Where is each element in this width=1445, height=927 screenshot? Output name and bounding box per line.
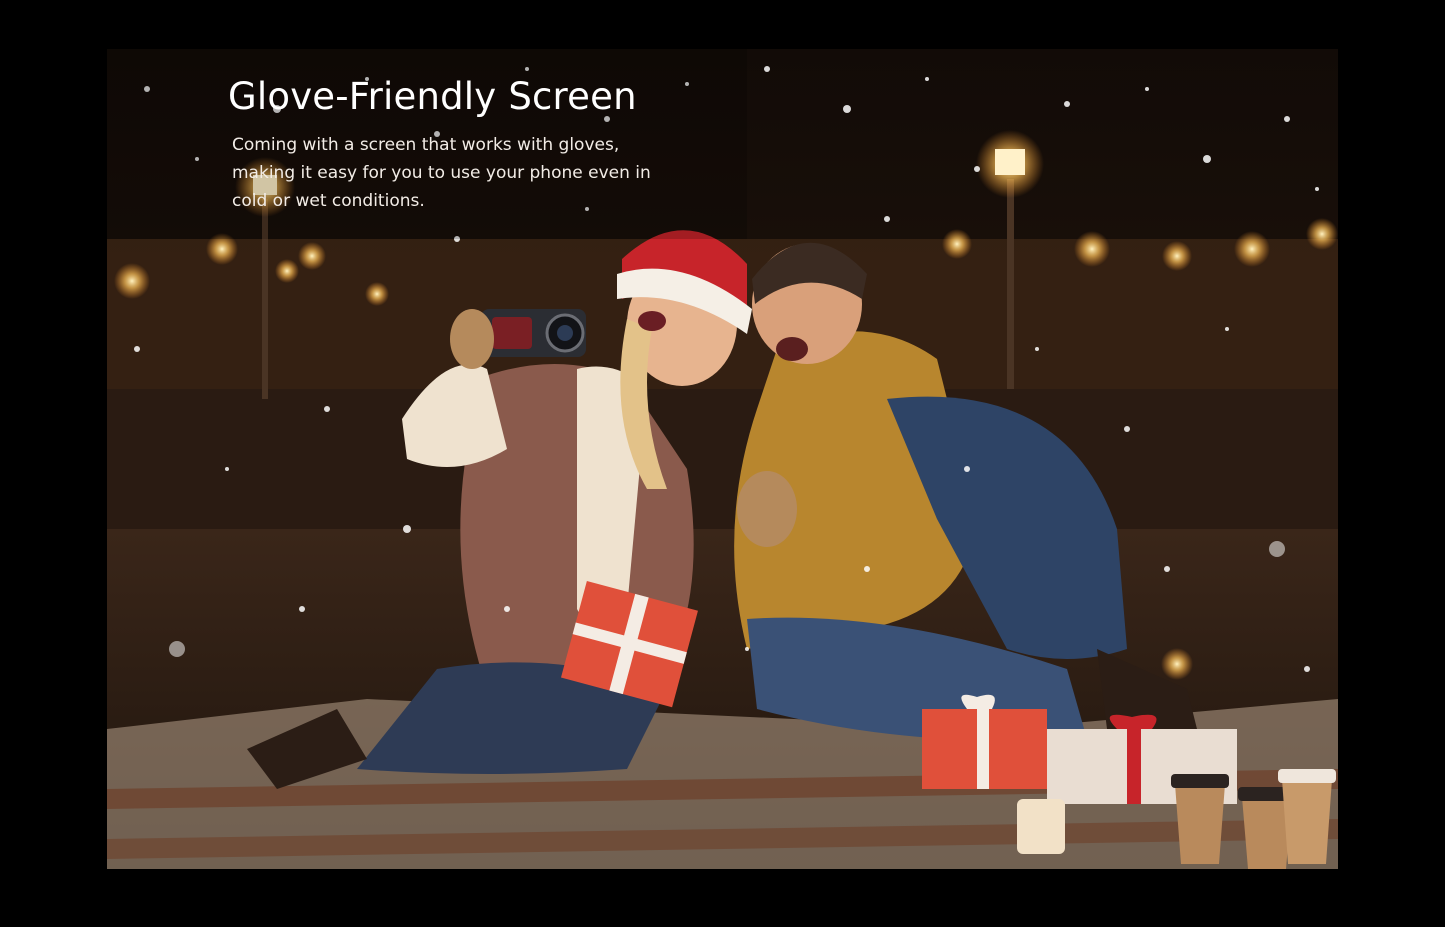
feature-description: Coming with a screen that works with glo… bbox=[232, 135, 651, 211]
glove-peace bbox=[737, 471, 797, 547]
rugged-phone bbox=[481, 309, 586, 357]
glove-left bbox=[450, 309, 494, 369]
page: Glove-Friendly Screen Coming with a scre… bbox=[0, 0, 1445, 927]
feature-title: Glove-Friendly Screen bbox=[228, 75, 637, 118]
candle bbox=[1017, 799, 1065, 854]
hero-photo: Glove-Friendly Screen Coming with a scre… bbox=[107, 49, 1338, 869]
feature-text-block: Glove-Friendly Screen Coming with a scre… bbox=[228, 75, 688, 215]
background-wall bbox=[107, 389, 1338, 539]
